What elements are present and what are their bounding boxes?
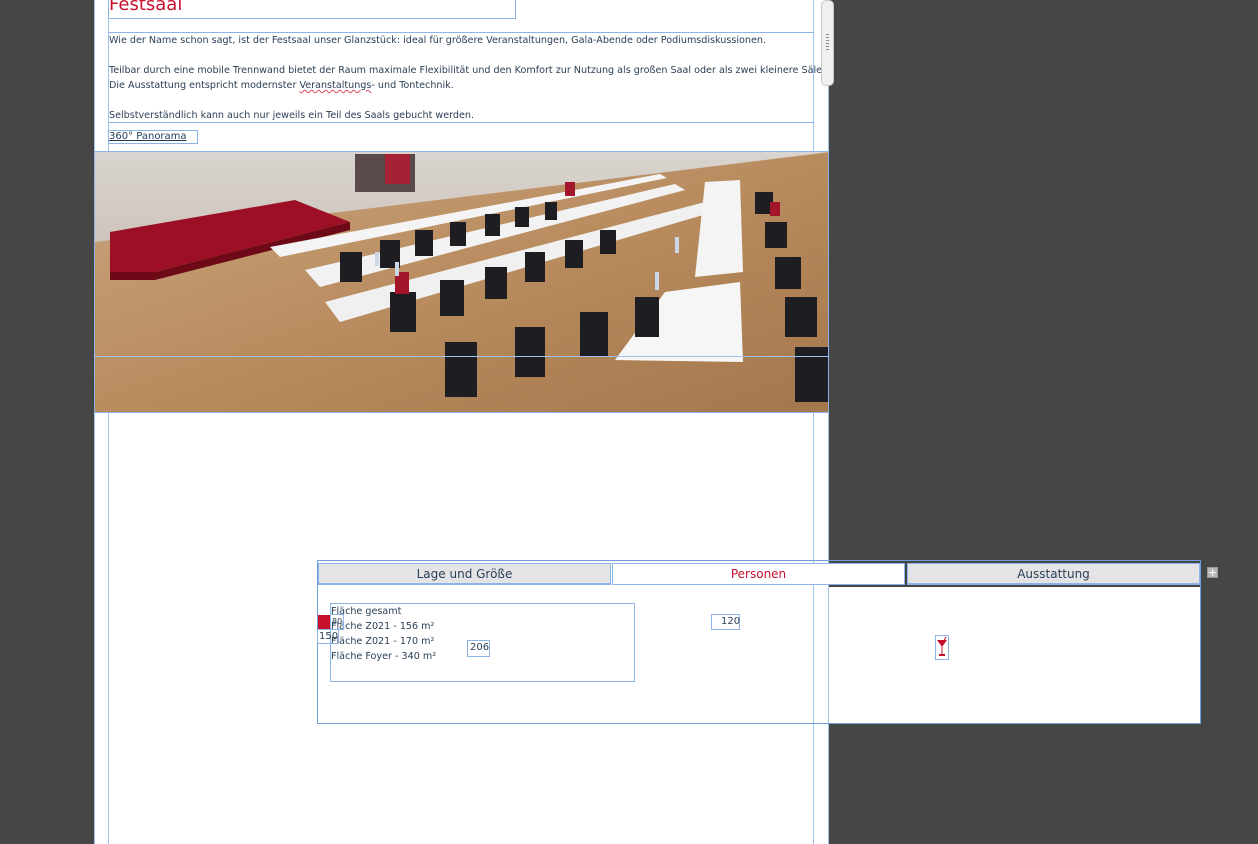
value-120: 120 xyxy=(721,616,741,627)
ausstattung-text-before: Die Ausstattung entspricht modernster xyxy=(109,80,300,91)
paragraph-trennwand: Teilbar durch eine mobile Trennwand biet… xyxy=(109,65,826,76)
flaeche-line-z021-b: Fläche Z021 - 170 m² xyxy=(331,636,435,647)
cocktail-glass-icon xyxy=(935,635,949,660)
tab-personen[interactable]: Personen xyxy=(612,563,905,585)
flaeche-line-foyer: Fläche Foyer - 340 m² xyxy=(331,651,437,662)
scrollbar-grip-icon xyxy=(826,34,829,50)
small-value: 80 xyxy=(332,617,343,626)
paragraph-ausstattung: Die Ausstattung entspricht modernster Ve… xyxy=(109,79,454,92)
flaeche-line-z021-a: Fläche Z021 - 156 m² xyxy=(331,621,435,632)
panorama-link[interactable]: 360° Panorama xyxy=(109,130,187,144)
guide-line-left-inner xyxy=(108,0,109,844)
guide-line-horizontal xyxy=(94,356,829,357)
conference-room-photo xyxy=(94,151,829,413)
plus-icon[interactable]: + xyxy=(1207,567,1218,578)
guide-line-left-outer xyxy=(94,0,95,844)
tab-ausstattung[interactable]: Ausstattung xyxy=(907,563,1200,585)
ausstattung-text-after: - und Tontechnik. xyxy=(371,80,454,91)
tab-lage-und-groesse[interactable]: Lage und Größe xyxy=(318,563,611,585)
value-150: 150 xyxy=(319,631,339,642)
red-marker-icon xyxy=(318,615,330,629)
page-title: Festsaal xyxy=(109,0,183,15)
paragraph-intro: Wie der Name schon sagt, ist der Festsaa… xyxy=(109,35,767,46)
spellcheck-word: Veranstaltungs xyxy=(299,80,372,91)
paragraph-teilbuchung: Selbstverständlich kann auch nur jeweils… xyxy=(109,110,475,121)
value-206: 206 xyxy=(470,642,490,653)
